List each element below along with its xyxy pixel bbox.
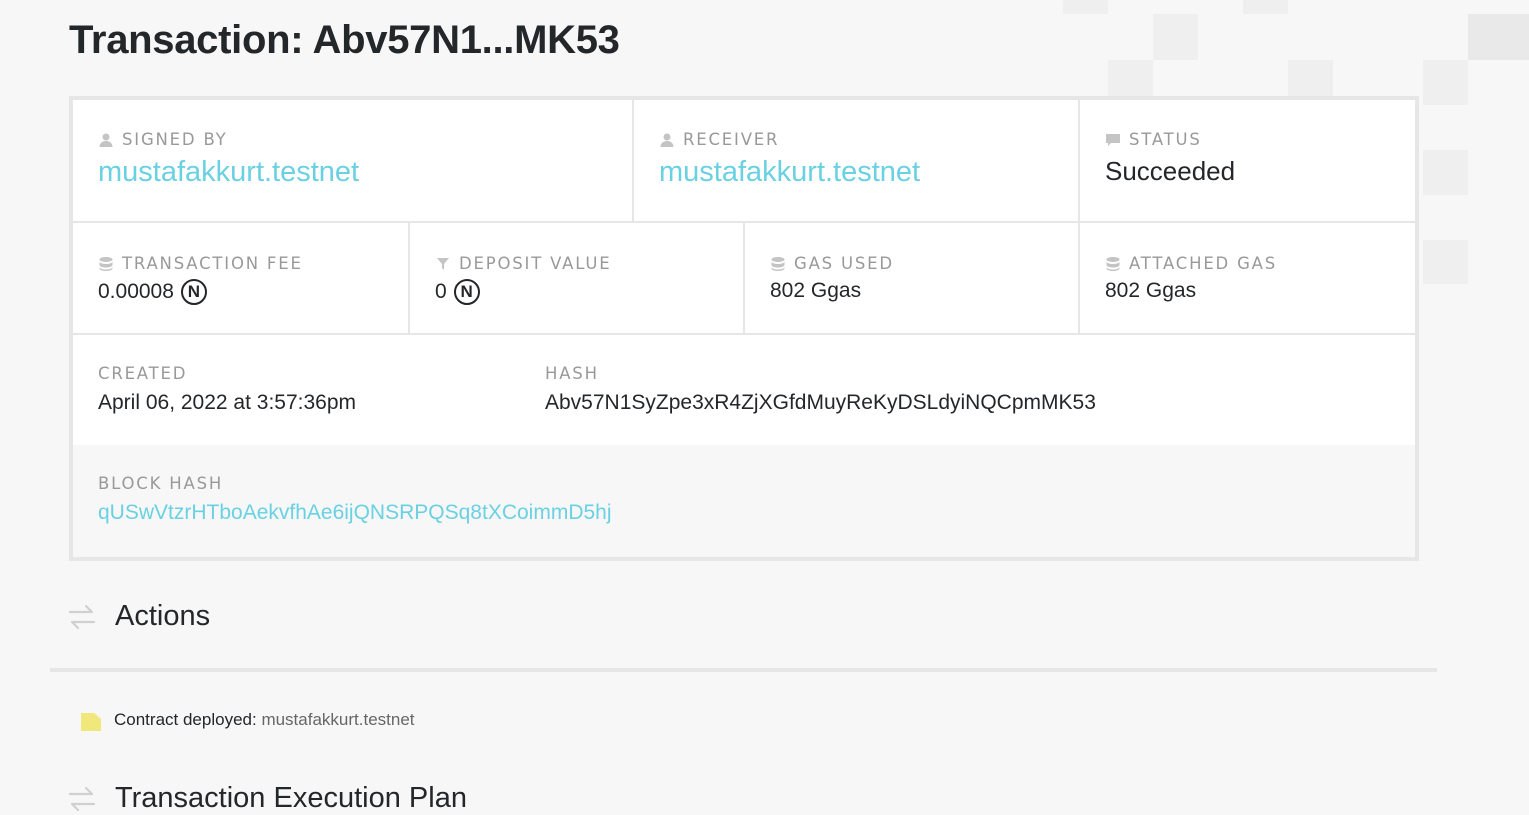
block-hash-row: BLOCK HASH qUSwVtzrHTboAekvfhAe6ijQNSRPQ…	[73, 445, 1415, 557]
attached-gas-value: 802 Ggas	[1105, 279, 1197, 302]
created-label: CREATED	[98, 364, 188, 383]
status-value: Succeeded	[1105, 156, 1236, 186]
created-value: April 06, 2022 at 3:57:36pm	[98, 391, 357, 414]
file-icon	[81, 713, 101, 731]
actions-title: Actions	[115, 600, 211, 632]
block-hash-label: BLOCK HASH	[98, 474, 224, 493]
page-title: Transaction: Abv57N1...MK53	[69, 18, 620, 62]
swap-arrows-icon	[68, 604, 96, 629]
status-cell: STATUS Succeeded	[1080, 100, 1415, 221]
hash-label: HASH	[545, 364, 599, 383]
database-icon	[770, 256, 786, 272]
gas-used-label: GAS USED	[794, 254, 894, 273]
transaction-overview-card: SIGNED BY mustafakkurt.testnet RECEIVER …	[69, 96, 1419, 561]
action-account-link[interactable]: mustafakkurt.testnet	[261, 710, 414, 729]
execution-plan-title: Transaction Execution Plan	[115, 782, 467, 814]
gas-used-value: 802 Ggas	[770, 279, 862, 302]
deposit-value-cell: DEPOSIT VALUE 0 N	[410, 223, 743, 333]
action-item: Contract deployed: mustafakkurt.testnet	[81, 709, 415, 731]
swap-arrows-icon	[68, 786, 96, 811]
near-token-icon: N	[453, 279, 480, 305]
transaction-fee-value: 0.00008	[98, 280, 174, 303]
transaction-fee-label: TRANSACTION FEE	[122, 254, 303, 273]
near-token-icon: N	[180, 279, 207, 305]
receiver-account-link[interactable]: mustafakkurt.testnet	[659, 156, 920, 189]
comment-icon	[1105, 132, 1121, 148]
receiver-cell: RECEIVER mustafakkurt.testnet	[634, 100, 1078, 221]
receiver-label: RECEIVER	[683, 130, 780, 149]
hash-value: Abv57N1SyZpe3xR4ZjXGfdMuyReKyDSLdyiNQCpm…	[545, 391, 1096, 414]
attached-gas-label: ATTACHED GAS	[1129, 254, 1278, 273]
gas-used-cell: GAS USED 802 Ggas	[745, 223, 1078, 333]
database-icon	[98, 256, 114, 272]
deposit-value: 0	[435, 280, 447, 303]
created-hash-row: CREATED April 06, 2022 at 3:57:36pm HASH…	[73, 335, 1415, 445]
attached-gas-cell: ATTACHED GAS 802 Ggas	[1080, 223, 1415, 333]
action-description: Contract deployed:	[114, 710, 257, 729]
signed-by-label: SIGNED BY	[122, 130, 228, 149]
block-hash-link[interactable]: qUSwVtzrHTboAekvfhAe6ijQNSRPQSq8tXCoimmD…	[98, 501, 612, 525]
transaction-fee-cell: TRANSACTION FEE 0.00008 N	[73, 223, 408, 333]
deposit-value-label: DEPOSIT VALUE	[459, 254, 612, 273]
database-icon	[1105, 256, 1121, 272]
filter-icon	[435, 256, 451, 272]
signed-by-cell: SIGNED BY mustafakkurt.testnet	[73, 100, 632, 221]
signed-by-account-link[interactable]: mustafakkurt.testnet	[98, 156, 359, 189]
user-icon	[98, 132, 114, 148]
execution-plan-header: Transaction Execution Plan	[67, 782, 467, 815]
actions-header: Actions	[67, 600, 210, 633]
section-divider	[50, 668, 1437, 672]
user-icon	[659, 132, 675, 148]
status-label: STATUS	[1129, 130, 1202, 149]
